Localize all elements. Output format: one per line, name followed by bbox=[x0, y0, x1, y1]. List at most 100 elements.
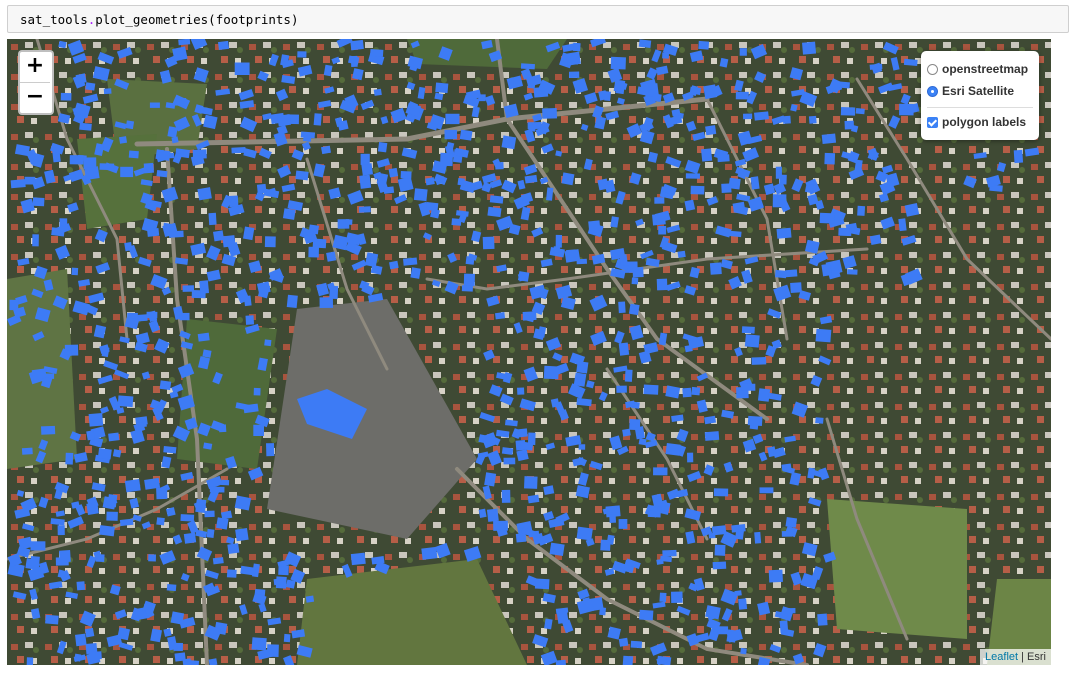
building-footprint bbox=[774, 269, 787, 279]
leaflet-link[interactable]: Leaflet bbox=[985, 651, 1018, 663]
building-footprint bbox=[739, 48, 747, 56]
code-open-paren: ( bbox=[208, 12, 216, 27]
building-footprint bbox=[738, 598, 748, 610]
layer-option-esri-satellite[interactable]: Esri Satellite bbox=[927, 80, 1033, 102]
building-footprint bbox=[277, 114, 292, 127]
building-footprint bbox=[159, 380, 172, 391]
building-footprint bbox=[899, 103, 914, 116]
building-footprint bbox=[776, 227, 792, 239]
building-footprint bbox=[264, 236, 276, 248]
building-footprint bbox=[662, 52, 669, 59]
building-footprint bbox=[751, 356, 767, 365]
building-footprint bbox=[345, 219, 353, 225]
building-footprint bbox=[478, 94, 486, 102]
building-footprint bbox=[524, 476, 538, 489]
building-footprint bbox=[565, 51, 581, 66]
building-footprint bbox=[204, 510, 215, 518]
building-footprint bbox=[549, 542, 565, 557]
building-footprint bbox=[125, 120, 135, 130]
satellite-imagery bbox=[7, 39, 1051, 665]
building-footprint bbox=[400, 171, 412, 179]
building-footprint bbox=[168, 230, 184, 238]
building-footprint bbox=[231, 147, 246, 154]
building-footprint bbox=[898, 218, 907, 232]
map-view[interactable]: + − openstreetmap Esri Satellite polygon… bbox=[7, 39, 1051, 665]
building-footprint bbox=[117, 395, 134, 408]
zoom-out-button[interactable]: − bbox=[20, 82, 50, 113]
building-footprint bbox=[156, 517, 165, 526]
building-footprint bbox=[775, 166, 782, 179]
building-footprint bbox=[555, 234, 562, 248]
building-footprint bbox=[178, 39, 191, 46]
building-footprint bbox=[656, 278, 668, 291]
radio-selected-icon[interactable] bbox=[927, 85, 938, 97]
building-footprint bbox=[613, 79, 626, 93]
building-footprint bbox=[285, 579, 296, 589]
layer-separator bbox=[927, 107, 1033, 108]
building-footprint bbox=[705, 125, 717, 136]
building-footprint bbox=[747, 415, 763, 427]
building-footprint bbox=[197, 187, 212, 201]
building-footprint bbox=[31, 368, 47, 380]
building-footprint bbox=[461, 285, 473, 292]
building-footprint bbox=[370, 49, 384, 57]
building-footprint bbox=[638, 39, 652, 48]
building-footprint bbox=[713, 488, 729, 497]
radio-icon[interactable] bbox=[927, 63, 938, 75]
building-footprint bbox=[759, 487, 774, 494]
building-footprint bbox=[717, 626, 729, 635]
building-footprint bbox=[242, 226, 255, 241]
building-footprint bbox=[410, 267, 421, 279]
building-footprint bbox=[361, 163, 374, 176]
building-footprint bbox=[740, 647, 747, 655]
building-footprint bbox=[245, 315, 255, 325]
building-footprint bbox=[691, 386, 701, 396]
building-footprint bbox=[840, 107, 856, 116]
building-footprint bbox=[857, 205, 866, 216]
building-footprint bbox=[709, 262, 722, 275]
building-footprint bbox=[631, 277, 639, 285]
building-footprint bbox=[604, 91, 612, 101]
building-footprint bbox=[74, 633, 87, 647]
building-footprint bbox=[735, 91, 749, 100]
building-footprint bbox=[588, 220, 601, 234]
code-line: sat_tools.plot_geometries(footprints) bbox=[20, 12, 298, 27]
code-cell[interactable]: sat_tools.plot_geometries(footprints) bbox=[7, 5, 1069, 33]
building-footprint bbox=[785, 269, 798, 278]
building-footprint bbox=[197, 332, 210, 342]
building-footprint bbox=[253, 387, 261, 396]
building-footprint bbox=[721, 183, 732, 193]
overlay-option-polygon-labels[interactable]: polygon labels bbox=[927, 111, 1033, 133]
building-footprint bbox=[147, 227, 160, 237]
building-footprint bbox=[213, 230, 225, 242]
building-footprint bbox=[790, 282, 802, 293]
building-footprint bbox=[403, 257, 418, 266]
building-footprint bbox=[124, 478, 141, 493]
building-footprint bbox=[222, 235, 236, 248]
building-footprint bbox=[359, 206, 371, 213]
building-footprint bbox=[501, 135, 517, 150]
building-footprint bbox=[698, 40, 710, 50]
building-footprint bbox=[445, 113, 460, 125]
building-footprint bbox=[714, 544, 726, 556]
building-footprint bbox=[99, 525, 115, 537]
building-footprint bbox=[32, 234, 39, 247]
building-footprint bbox=[444, 129, 458, 140]
building-footprint bbox=[206, 528, 215, 538]
building-footprint bbox=[84, 166, 100, 180]
building-footprint bbox=[869, 234, 882, 246]
building-footprint bbox=[85, 82, 96, 91]
checkbox-checked-icon[interactable] bbox=[927, 116, 938, 128]
building-footprint bbox=[319, 297, 334, 308]
zoom-in-button[interactable]: + bbox=[20, 52, 50, 82]
layer-option-openstreetmap[interactable]: openstreetmap bbox=[927, 58, 1033, 80]
building-footprint bbox=[86, 430, 96, 441]
building-footprint bbox=[103, 88, 112, 95]
building-footprint bbox=[119, 136, 128, 144]
building-footprint bbox=[218, 40, 230, 50]
building-footprint bbox=[40, 425, 56, 435]
building-footprint bbox=[659, 592, 667, 602]
building-footprint bbox=[656, 558, 664, 565]
building-footprint bbox=[120, 166, 134, 178]
building-footprint bbox=[495, 162, 504, 170]
